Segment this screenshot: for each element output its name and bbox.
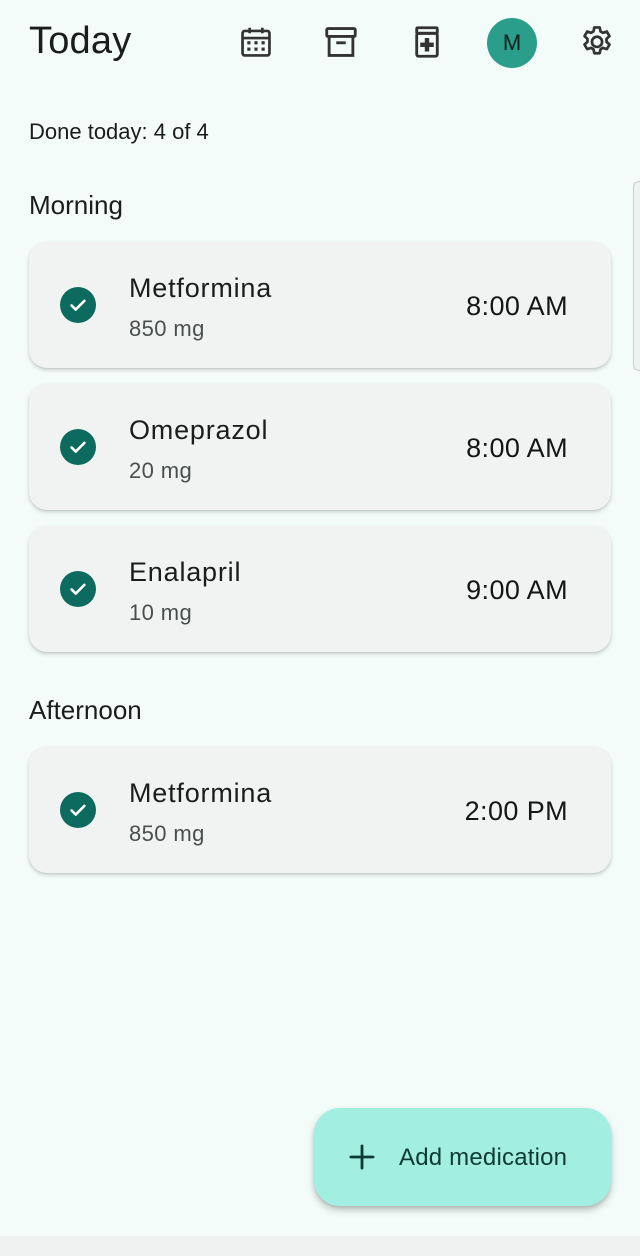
section-title-morning: Morning [29,190,123,220]
gear-icon[interactable] [577,22,617,62]
medication-time: 9:00 AM [466,575,568,605]
medication-dose: 850 mg [129,821,205,846]
archive-icon[interactable] [321,22,361,62]
medication-card[interactable]: Metformina 850 mg 2:00 PM [29,747,611,873]
top-app-bar: Today M [0,0,640,86]
medication-card[interactable]: Metformina 850 mg 8:00 AM [29,242,611,368]
check-icon[interactable] [60,429,96,465]
section-title-afternoon: Afternoon [29,695,142,725]
system-navigation-bar [0,1236,640,1256]
scroll-edge-handle[interactable] [633,181,640,371]
medication-time: 8:00 AM [466,433,568,463]
medication-name: Omeprazol [129,415,269,445]
add-medication-button[interactable]: Add medication [314,1108,611,1206]
page-title: Today [29,20,132,62]
add-medication-label: Add medication [399,1144,568,1171]
medication-dose: 850 mg [129,316,205,341]
progress-summary: Done today: 4 of 4 [29,119,209,144]
medication-card[interactable]: Omeprazol 20 mg 8:00 AM [29,384,611,510]
check-icon[interactable] [60,792,96,828]
medication-name: Metformina [129,273,273,303]
check-icon[interactable] [60,571,96,607]
medical-add-icon[interactable] [407,22,447,62]
medication-card[interactable]: Enalapril 10 mg 9:00 AM [29,526,611,652]
avatar-initial: M [502,30,522,55]
medication-time: 2:00 PM [464,796,568,826]
check-icon[interactable] [60,287,96,323]
avatar[interactable]: M [487,18,537,68]
medication-name: Metformina [129,778,273,808]
medication-dose: 20 mg [129,458,193,483]
calendar-icon[interactable] [236,22,276,62]
medication-dose: 10 mg [129,600,193,625]
app-root: Today M Done today: 4 of 4 Morning Metfo… [0,0,640,1256]
medication-name: Enalapril [129,557,242,587]
medication-time: 8:00 AM [466,291,568,321]
plus-icon [349,1144,375,1170]
